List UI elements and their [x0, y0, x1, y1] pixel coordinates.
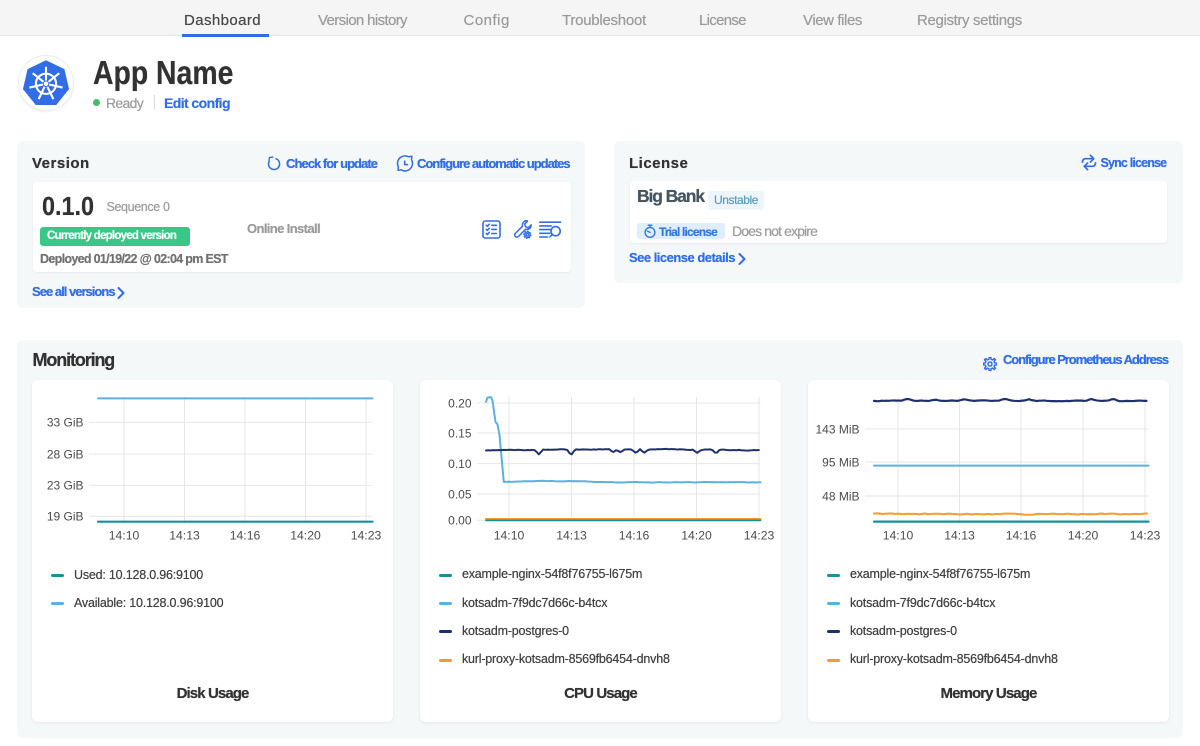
svg-text:0.05: 0.05: [448, 487, 472, 501]
svg-text:14:20: 14:20: [1068, 529, 1099, 543]
svg-text:14:20: 14:20: [290, 529, 321, 543]
svg-text:23 GiB: 23 GiB: [47, 479, 84, 493]
svg-text:14:16: 14:16: [619, 529, 650, 543]
svg-text:0.00: 0.00: [448, 514, 472, 528]
svg-text:14:13: 14:13: [169, 529, 200, 543]
svg-text:14:20: 14:20: [681, 529, 712, 543]
svg-text:0.15: 0.15: [448, 426, 472, 440]
svg-text:14:23: 14:23: [351, 529, 382, 543]
svg-text:143 MiB: 143 MiB: [815, 422, 859, 436]
svg-text:28 GiB: 28 GiB: [47, 447, 84, 461]
svg-text:14:10: 14:10: [883, 529, 914, 543]
svg-text:14:23: 14:23: [744, 529, 775, 543]
svg-text:14:23: 14:23: [1130, 529, 1161, 543]
svg-text:14:16: 14:16: [1006, 529, 1037, 543]
svg-text:14:13: 14:13: [944, 529, 975, 543]
svg-text:95 MiB: 95 MiB: [822, 455, 859, 469]
svg-text:14:13: 14:13: [556, 529, 587, 543]
svg-text:0.10: 0.10: [448, 457, 472, 471]
svg-text:14:10: 14:10: [109, 529, 140, 543]
svg-text:19 GiB: 19 GiB: [47, 510, 84, 524]
svg-text:33 GiB: 33 GiB: [47, 416, 84, 430]
svg-text:0.20: 0.20: [448, 396, 472, 410]
svg-text:14:16: 14:16: [230, 529, 261, 543]
svg-text:14:10: 14:10: [494, 529, 525, 543]
svg-text:48 MiB: 48 MiB: [822, 489, 859, 503]
